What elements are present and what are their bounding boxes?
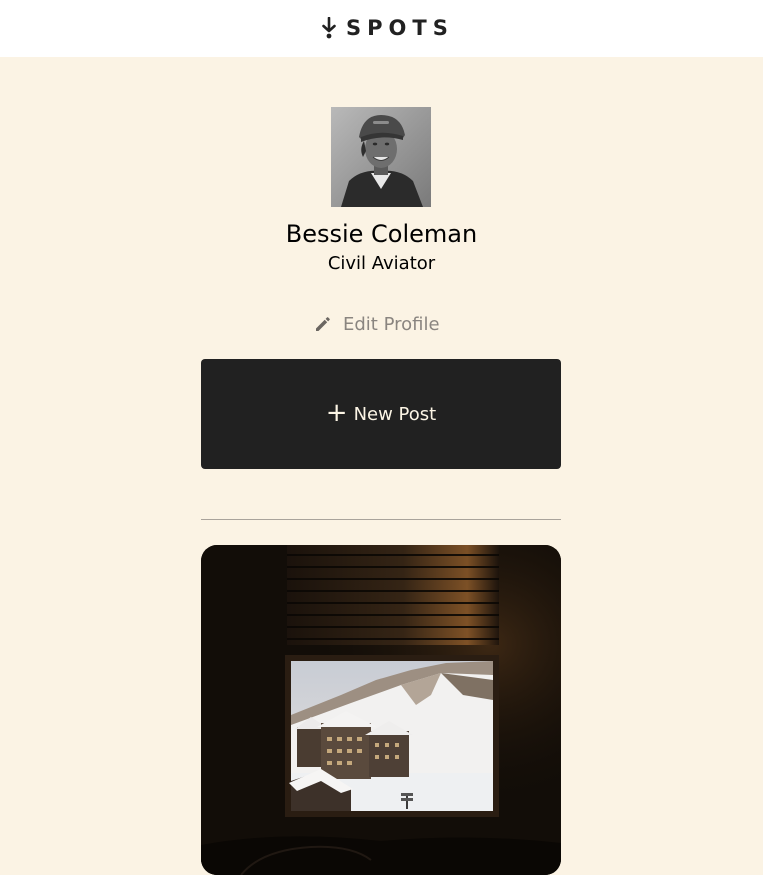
profile-avatar: [331, 107, 431, 207]
plus-icon: +: [325, 397, 348, 428]
profile-job-title: Civil Aviator: [327, 253, 436, 274]
edit-profile-button[interactable]: Edit Profile: [313, 311, 440, 337]
edit-profile-label: Edit Profile: [343, 313, 440, 335]
new-post-label: New Post: [353, 403, 437, 425]
spots-logo-icon: [322, 17, 336, 39]
card-image[interactable]: [201, 545, 561, 875]
avatar-image: [331, 107, 431, 207]
site-header: SPOTS: [0, 0, 763, 57]
pencil-icon: [316, 317, 330, 331]
profile-name: Bessie Coleman: [285, 220, 478, 248]
new-post-button[interactable]: + New Post: [201, 359, 561, 469]
logo[interactable]: SPOTS: [322, 14, 454, 42]
logo-text: SPOTS: [346, 16, 454, 40]
section-divider: [201, 519, 561, 520]
card[interactable]: [201, 545, 561, 875]
